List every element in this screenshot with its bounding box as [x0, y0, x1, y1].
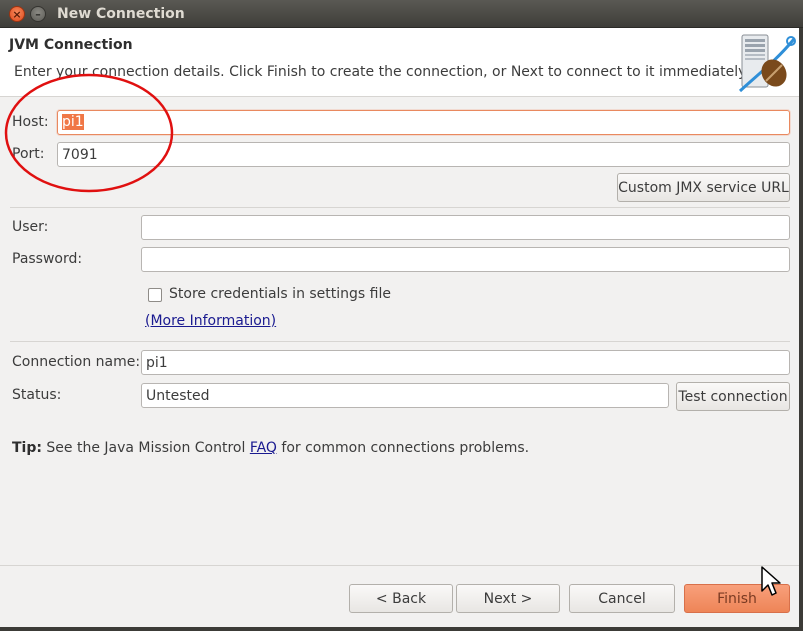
tip-prefix: Tip:	[12, 440, 42, 456]
test-connection-button[interactable]: Test connection	[676, 382, 790, 411]
custom-jmx-url-button[interactable]: Custom JMX service URL	[617, 173, 790, 202]
user-field[interactable]	[141, 215, 790, 240]
connection-name-field[interactable]	[141, 350, 790, 375]
next-button[interactable]: Next >	[456, 584, 560, 613]
cancel-button[interactable]: Cancel	[569, 584, 675, 613]
minimize-button[interactable]: –	[30, 6, 46, 22]
store-credentials-checkbox[interactable]	[148, 288, 162, 302]
window-title: New Connection	[57, 6, 185, 22]
page-description: Enter your connection details. Click Fin…	[14, 64, 749, 80]
page-title: JVM Connection	[9, 37, 133, 53]
store-credentials-label: Store credentials in settings file	[169, 286, 391, 302]
footer-separator	[0, 565, 799, 566]
dialog-body: JVM Connection Enter your connection det…	[0, 28, 799, 627]
separator	[10, 207, 790, 208]
host-field[interactable]: pi1	[57, 110, 790, 135]
separator	[10, 341, 790, 342]
connection-name-label: Connection name:	[12, 354, 141, 370]
port-field[interactable]	[57, 142, 790, 167]
password-field[interactable]	[141, 247, 790, 272]
close-button[interactable]: ×	[9, 6, 25, 22]
tip-text-before: See the Java Mission Control	[41, 440, 250, 456]
status-label: Status:	[12, 387, 62, 403]
status-field	[141, 383, 669, 408]
wizard-header: JVM Connection Enter your connection det…	[0, 28, 799, 97]
port-label: Port:	[12, 146, 45, 162]
tip-text: Tip: See the Java Mission Control FAQ fo…	[12, 440, 529, 456]
tip-text-after: for common connections problems.	[276, 440, 530, 456]
window-edge	[799, 28, 803, 631]
back-button[interactable]: < Back	[349, 584, 453, 613]
user-label: User:	[12, 219, 49, 235]
mouse-pointer-icon	[761, 566, 781, 596]
more-information-link[interactable]: (More Information)	[145, 313, 276, 329]
minimize-icon: –	[35, 7, 41, 21]
title-bar: × – New Connection	[0, 0, 803, 28]
host-label: Host:	[12, 114, 49, 130]
close-icon: ×	[12, 7, 22, 21]
jvm-server-icon	[738, 34, 796, 93]
password-label: Password:	[12, 251, 83, 267]
faq-link[interactable]: FAQ	[250, 440, 277, 456]
host-value: pi1	[62, 114, 84, 130]
